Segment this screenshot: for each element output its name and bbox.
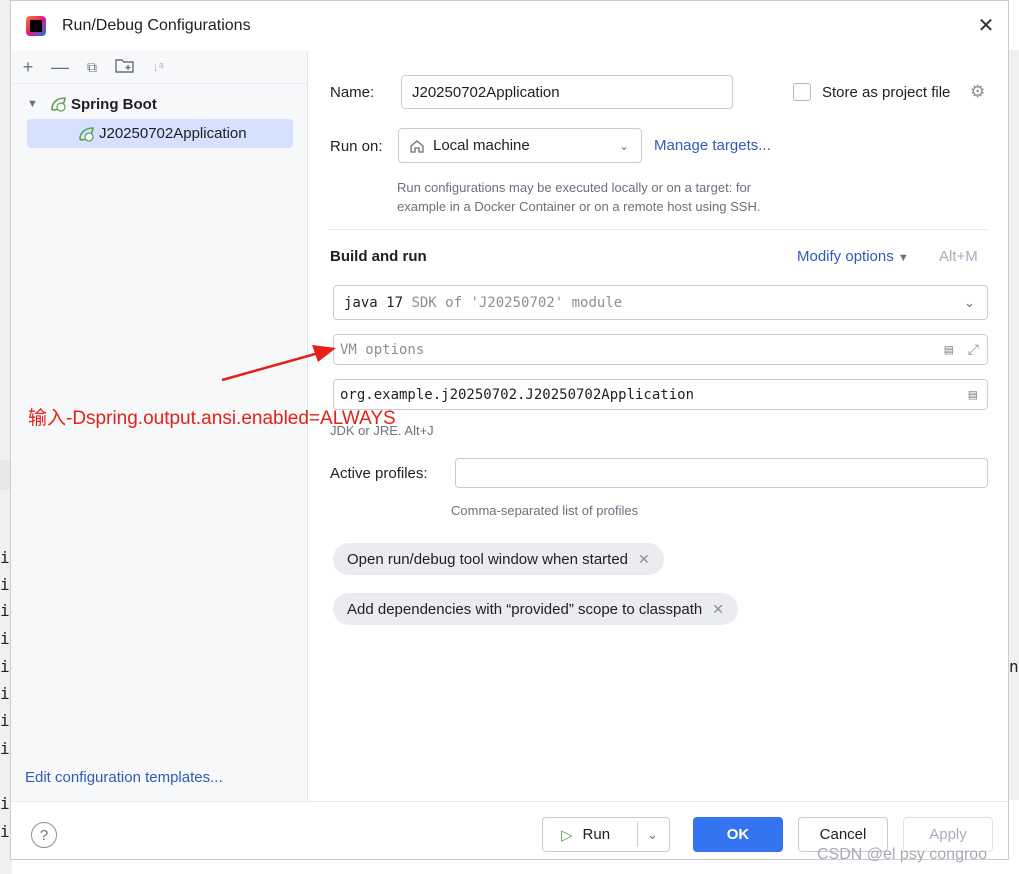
background-code-fragment: i [0,739,10,758]
tree-node-selected-config[interactable]: J20250702Application [27,119,293,148]
annotation-text: 输入-Dspring.output.ansi.enabled=ALWAYS [28,408,396,429]
sort-icon[interactable]: ↓ᵃ [147,56,169,78]
run-on-dropdown[interactable]: Local machine ⌄ [398,128,642,163]
background-code-fragment: i [0,657,10,676]
background-code-fragment: i [0,794,10,813]
run-debug-dialog: Run/Debug Configurations ✕ + — ⧉ ↓ᵃ ▼ Sp… [10,0,1009,860]
background-code-fragment: i [0,684,10,703]
jdk-detail: SDK of 'J20250702' module [411,294,623,311]
ok-button[interactable]: OK [693,817,783,852]
help-button[interactable]: ? [31,822,57,848]
tree-node-spring-boot[interactable]: ▼ Spring Boot [27,93,157,115]
home-icon [410,139,424,153]
configurations-toolbar: + — ⧉ ↓ᵃ [11,51,307,84]
expand-field-icon[interactable]: ▤ [945,342,953,358]
chevron-down-icon[interactable]: ▼ [27,98,41,110]
modify-options-link[interactable]: Modify options ▼ [797,248,909,265]
chevron-down-icon: ⌄ [964,294,975,310]
background-code-fragment: i [0,548,10,567]
run-button-group: ▷ Run ⌄ [542,817,670,852]
edit-templates-link[interactable]: Edit configuration templates... [25,769,223,786]
run-button[interactable]: Run [583,826,611,843]
new-folder-icon[interactable] [114,56,136,78]
background-code-fragment: n [1009,657,1019,676]
store-as-project-checkbox[interactable] [793,83,811,101]
split-divider [637,822,638,847]
watermark: CSDN @el psy congroo [817,846,988,863]
configuration-form: Name: J20250702Application Store as proj… [308,51,1008,801]
active-profiles-label: Active profiles: [330,465,428,482]
jdk-dropdown[interactable]: java 17 SDK of 'J20250702' module ⌄ [333,285,988,320]
dialog-title: Run/Debug Configurations [62,17,251,34]
background-code-fragment: i [0,601,10,620]
vm-options-placeholder: VM options [340,341,425,358]
remove-icon[interactable]: — [49,56,71,78]
background-right-edge [1008,50,1019,800]
run-icon: ▷ [561,826,573,844]
manage-targets-link[interactable]: Manage targets... [654,137,771,154]
chip-label: Open run/debug tool window when started [347,550,629,568]
option-chip-open-tool-window: Open run/debug tool window when started … [333,543,664,575]
chip-label: Add dependencies with “provided” scope t… [347,600,703,618]
chevron-down-icon: ▼ [897,252,909,264]
option-chip-provided-scope: Add dependencies with “provided” scope t… [333,593,738,625]
spring-boot-icon [79,126,94,142]
run-on-label: Run on: [330,138,383,155]
chevron-down-icon: ⌄ [618,138,629,153]
divider [328,229,988,230]
name-field[interactable]: J20250702Application [401,75,733,109]
run-on-hint-line-2: example in a Docker Container or on a re… [397,199,761,214]
fullscreen-icon[interactable]: ⤢ [968,342,979,358]
gear-icon[interactable]: ⚙ [970,82,985,102]
remove-chip-icon[interactable]: ✕ [712,601,724,618]
tree-selected-label: J20250702Application [99,125,247,142]
close-icon[interactable]: ✕ [974,14,998,38]
background-code-fragment: i [0,575,10,594]
background-code-fragment: i [0,711,10,730]
run-on-hint-line-1: Run configurations may be executed local… [397,180,752,195]
browse-icon[interactable]: ▤ [969,387,977,403]
active-profiles-field[interactable] [455,458,988,488]
title-bar: Run/Debug Configurations ✕ [11,1,1008,51]
main-class-field[interactable]: org.example.j20250702.J20250702Applicati… [333,379,988,410]
background-code-fragment: i [0,629,10,648]
main-class-value: org.example.j20250702.J20250702Applicati… [340,386,695,403]
profiles-hint: Comma-separated list of profiles [451,503,639,518]
store-as-project-label: Store as project file [822,84,951,101]
intellij-app-icon [26,16,46,36]
background-code-fragment: i [0,822,10,841]
chevron-down-icon[interactable]: ⌄ [647,827,658,843]
vm-options-field[interactable]: VM options ▤ ⤢ [333,334,988,365]
add-icon[interactable]: + [17,56,39,78]
name-label: Name: [330,84,375,101]
tree-root-label: Spring Boot [71,95,157,113]
jdk-version: java 17 [344,294,404,311]
spring-boot-icon [51,97,66,112]
run-on-value: Local machine [433,137,530,154]
modify-options-shortcut: Alt+M [939,248,978,265]
section-title: Build and run [330,248,427,265]
remove-chip-icon[interactable]: ✕ [638,551,650,568]
copy-icon[interactable]: ⧉ [81,56,103,78]
modify-options-label: Modify options [797,248,894,265]
